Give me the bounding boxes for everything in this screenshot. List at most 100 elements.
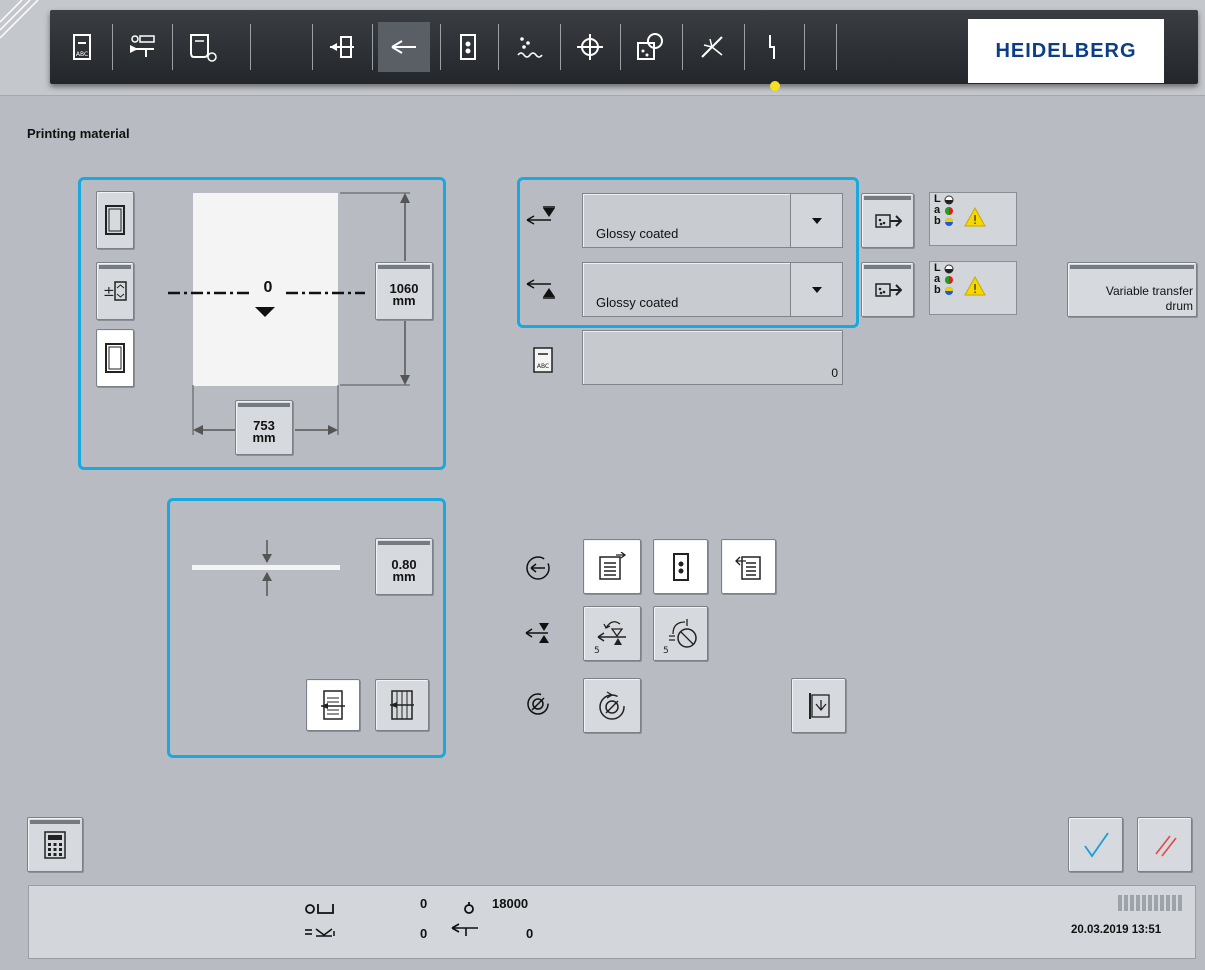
brand-logo: HEIDELBERG (968, 19, 1164, 83)
portrait-format-button[interactable] (96, 191, 134, 249)
divider (0, 95, 1205, 96)
toolbar-separator (312, 24, 313, 70)
status-bar (28, 885, 1196, 959)
total-counter-icon (464, 902, 474, 914)
register-icon[interactable] (442, 22, 494, 72)
sheet-align-right-icon (734, 555, 761, 580)
align-left-sheet-button[interactable] (583, 539, 641, 594)
calculator-button[interactable] (27, 817, 83, 872)
measure-icon[interactable] (624, 22, 676, 72)
chevron-down-icon[interactable] (790, 194, 842, 247)
front-material-dropdown[interactable]: Glossy coated (582, 193, 843, 248)
cancel-button[interactable] (1137, 817, 1192, 872)
web-feed-mode-button[interactable] (375, 679, 429, 731)
thickness-value-button[interactable]: 0.80 mm (375, 538, 433, 595)
warning-icon: ! (964, 207, 986, 227)
cancel-icon (1154, 835, 1177, 856)
chevron-down-icon[interactable] (790, 263, 842, 316)
offset-adjust-button[interactable]: ± (96, 262, 134, 320)
toolbar-separator (620, 24, 621, 70)
sheet-align-left-icon (599, 551, 627, 580)
toolbar-separator (250, 24, 251, 70)
ink-transfer-icon (874, 213, 902, 228)
front-ink-transfer-button[interactable] (861, 193, 914, 248)
toolbar-separator (560, 24, 561, 70)
register-center-button[interactable] (653, 539, 708, 594)
sheet-display-button[interactable] (96, 329, 134, 387)
feeder-icon[interactable] (316, 22, 368, 72)
back-material-dropdown[interactable]: Glossy coated (582, 262, 843, 317)
variable-transfer-line1: Variable transfer (1105, 284, 1193, 298)
back-lab-status[interactable]: L a b ! (929, 261, 1017, 315)
toolbar-separator (112, 24, 113, 70)
dryer-icon[interactable] (686, 22, 738, 72)
transport-direction-icon[interactable] (378, 22, 430, 72)
back-ink-transfer-button[interactable] (861, 262, 914, 317)
powder-icon[interactable] (502, 22, 554, 72)
sheet-counter-icon (305, 904, 334, 914)
status-indicator-dot (770, 81, 780, 91)
toolbar-separator (836, 24, 837, 70)
corner-grip-icon (0, 0, 39, 39)
checkmark-icon (1083, 831, 1109, 858)
fault-icon[interactable] (746, 22, 798, 72)
toolbar-separator (440, 24, 441, 70)
variable-transfer-line2: drum (1165, 299, 1193, 313)
sheet-abc-icon: ABC (533, 347, 553, 373)
drum-adjust-button[interactable]: 5 (653, 606, 708, 661)
progress-segments-icon (1118, 895, 1182, 911)
toolbar-separator (682, 24, 683, 70)
waste-counter-icon (305, 928, 335, 937)
drum-rotation-button[interactable] (583, 678, 641, 733)
height-value-button[interactable]: 1060 mm (375, 262, 433, 320)
sheet-abc-icon[interactable]: ABC (56, 22, 108, 72)
front-lab-status[interactable]: L a b ! (929, 192, 1017, 246)
back-material-value: Glossy coated (596, 295, 679, 310)
width-value-button[interactable]: 753 mm (235, 400, 293, 455)
confirm-button[interactable] (1068, 817, 1123, 872)
lab-dots-icon (944, 264, 954, 295)
material-name-value: 0 (831, 366, 838, 380)
center-offset-value: 0 (263, 279, 273, 296)
toolbar-separator (372, 24, 373, 70)
svg-text:ABC: ABC (76, 51, 88, 58)
counter1-value: 0 (420, 896, 428, 911)
height-unit: mm (392, 293, 416, 308)
calculator-icon (44, 830, 66, 859)
turning-icon: 5 (594, 620, 626, 654)
feed-counter-icon (451, 923, 478, 936)
sheet-feed-icon (321, 690, 345, 720)
align-right-sheet-button[interactable] (721, 539, 776, 594)
turning-adjust-button[interactable]: 5 (583, 606, 641, 661)
material-name-field[interactable]: 0 (582, 330, 843, 385)
scroll-clock-icon[interactable] (176, 22, 228, 72)
crosshair-icon[interactable] (564, 22, 616, 72)
brand-name: HEIDELBERG (995, 39, 1137, 62)
lab-dots-icon (944, 195, 954, 226)
page-title: Printing material (27, 126, 130, 141)
counter3-value: 0 (420, 926, 428, 941)
svg-text:±: ± (103, 284, 115, 300)
register-reset-button[interactable] (791, 678, 846, 733)
web-feed-icon (390, 690, 414, 720)
toolbar-separator (498, 24, 499, 70)
counter4-value: 0 (526, 926, 534, 941)
variable-transfer-drum-button[interactable]: Variable transfer drum (1067, 262, 1197, 317)
width-unit: mm (252, 429, 276, 445)
reverse-side-icon (525, 623, 549, 643)
warning-icon: ! (964, 276, 986, 296)
counter-feed-icon[interactable] (116, 22, 168, 72)
front-side-icon (526, 206, 555, 225)
datetime: 20.03.2019 13:51 (1071, 924, 1162, 936)
ink-transfer-icon (874, 282, 902, 297)
drum-rotation-icon (599, 690, 625, 720)
drum-rotation-icon (527, 693, 549, 715)
thickness-diagram-icon (192, 540, 340, 596)
step-b-label: 5 (663, 646, 669, 654)
toolbar-separator (744, 24, 745, 70)
toolbar-separator (172, 24, 173, 70)
sheet-feed-mode-button[interactable] (306, 679, 360, 731)
drum-adjust-icon: 5 (663, 618, 697, 654)
counter2-value: 18000 (492, 896, 529, 911)
svg-text:ABC: ABC (537, 363, 549, 370)
